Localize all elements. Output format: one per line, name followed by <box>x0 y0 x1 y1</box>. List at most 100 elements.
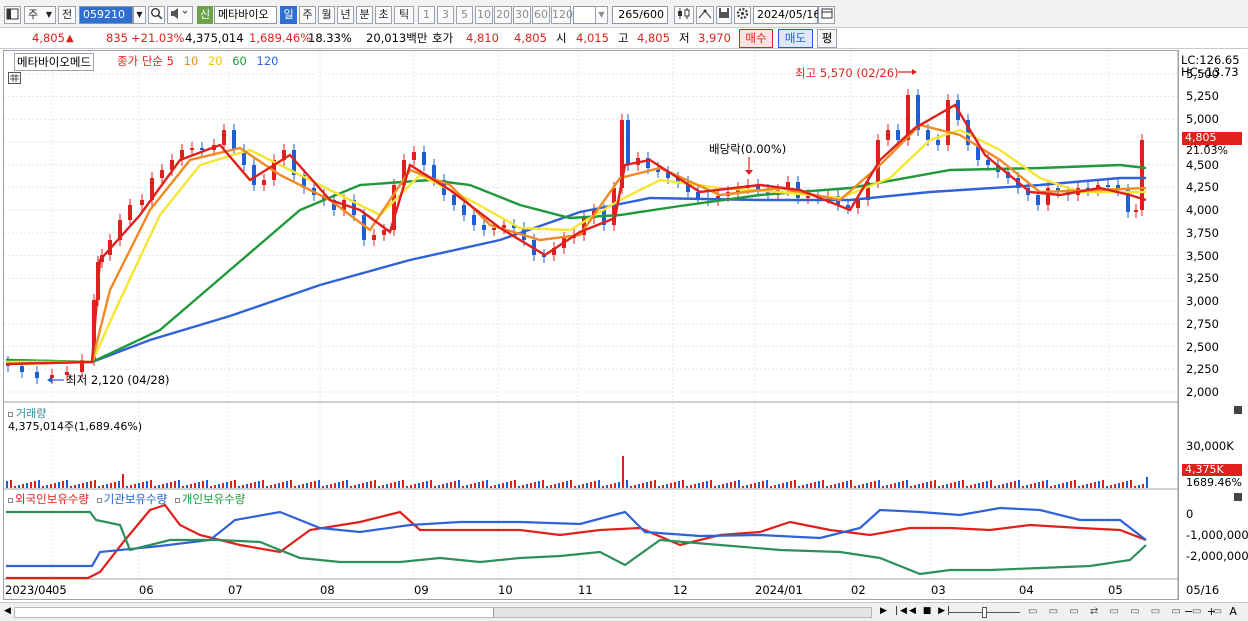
volume-bar <box>814 482 816 488</box>
volume-bar <box>826 486 828 488</box>
volume-bar <box>146 481 148 488</box>
volume-bar <box>82 483 84 488</box>
volume-bar <box>478 482 480 488</box>
volume-bar <box>598 480 600 488</box>
scroll-right-icon[interactable]: ▶ <box>880 606 887 616</box>
volume-bar <box>1006 483 1008 488</box>
volume-bar <box>754 483 756 488</box>
candle-body <box>492 228 496 230</box>
volume-bar <box>582 484 584 488</box>
candle-body <box>190 148 194 150</box>
stock-chart[interactable] <box>0 0 1248 621</box>
legend-marker <box>96 498 102 503</box>
volume-bar <box>198 482 200 488</box>
volume-bar <box>654 480 656 488</box>
playback-controls[interactable]: |◀◀ ■ ▶| <box>895 606 952 616</box>
volume-bar <box>402 480 404 488</box>
volume-bar <box>158 485 160 488</box>
candle-body <box>140 200 144 205</box>
scroll-left-icon[interactable]: ◀ <box>4 606 11 616</box>
individual-holding-label: 개인보유수량 <box>181 492 246 506</box>
ma-title: 종가 단순 <box>117 54 163 68</box>
volume-bar <box>822 480 824 488</box>
low-marker <box>47 377 64 383</box>
volume-bar <box>366 482 368 488</box>
volume-bar <box>670 483 672 488</box>
volume-bar <box>38 480 40 488</box>
volume-bar <box>986 481 988 488</box>
volume-bar <box>210 486 212 488</box>
volume-bar <box>522 485 524 488</box>
volume-bar <box>422 482 424 488</box>
volume-bar <box>502 483 504 488</box>
volume-bar <box>6 481 8 488</box>
volume-bar <box>602 486 604 488</box>
volume-bar <box>330 484 332 488</box>
volume-bar <box>454 481 456 488</box>
volume-bar <box>994 486 996 488</box>
volume-bar <box>370 481 372 488</box>
volume-bar <box>646 482 648 488</box>
volume-bar <box>830 485 832 488</box>
volume-bar <box>150 480 152 488</box>
volume-bar <box>722 484 724 488</box>
volume-bar <box>126 486 128 488</box>
ma20-label: 20 <box>207 54 223 68</box>
stock-name-legend[interactable]: 메타바이오메드 <box>14 53 95 71</box>
volume-bar <box>682 480 684 488</box>
scroll-thumb[interactable] <box>493 608 871 617</box>
price-tick: 4,000 <box>1186 203 1219 218</box>
volume-bar <box>978 483 980 488</box>
candle-body <box>1134 210 1138 212</box>
ma-legend[interactable]: 종가 단순 5 10 20 60 120 <box>117 53 278 69</box>
volume-bar <box>1062 483 1064 488</box>
volume-bar <box>738 480 740 488</box>
volume-bar <box>894 483 896 488</box>
zoom-slider-thumb[interactable] <box>982 607 987 618</box>
volume-bar <box>1114 484 1116 488</box>
candle-body <box>252 165 256 185</box>
chart-scrollbar[interactable]: ◀ ▶ |◀◀ ■ ▶| ▭ ▭ ▭ ⇄ ▭ ▭ ▭ ▭ ▭ ▭ − + A <box>0 602 1248 621</box>
candle-body <box>232 130 236 150</box>
volume-bar <box>1074 480 1076 488</box>
volume-bar <box>242 485 244 488</box>
volume-bar <box>222 483 224 488</box>
volume-bar <box>762 481 764 488</box>
volume-bar <box>290 480 292 488</box>
volume-bar <box>334 483 336 488</box>
close-panel-icon[interactable] <box>1234 406 1242 414</box>
volume-bar <box>1022 486 1024 488</box>
volume-bar <box>306 483 308 488</box>
volume-bar <box>790 481 792 488</box>
volume-bar <box>54 483 56 488</box>
volume-bar <box>498 484 500 488</box>
candle-body <box>160 170 164 178</box>
volume-bar <box>446 483 448 488</box>
volume-bar <box>910 486 912 488</box>
volume-bar <box>922 483 924 488</box>
volume-bar <box>606 485 608 488</box>
volume-bar <box>782 483 784 488</box>
close-panel-icon[interactable] <box>1234 493 1242 501</box>
volume-bar <box>1134 486 1136 488</box>
volume-bar <box>254 482 256 488</box>
scroll-track[interactable] <box>14 607 872 618</box>
volume-bar <box>1066 482 1068 488</box>
volume-bar <box>810 483 812 488</box>
volume-bar <box>554 484 556 488</box>
volume-bar <box>558 483 560 488</box>
volume-bar <box>726 483 728 488</box>
table-toggle-icon[interactable] <box>8 72 21 84</box>
volume-bar <box>834 484 836 488</box>
candle-body <box>1106 185 1110 187</box>
volume-bar <box>178 480 180 488</box>
volume-bar <box>246 484 248 488</box>
volume-bar <box>650 481 652 488</box>
candle-body <box>926 130 930 140</box>
volume-bar <box>1146 477 1148 488</box>
volume-bar <box>686 486 688 488</box>
current-volume-box: 4,375K <box>1182 464 1242 476</box>
volume-bar <box>410 485 412 488</box>
zoom-buttons[interactable]: − + A <box>1184 605 1242 618</box>
price-tick: 3,000 <box>1186 294 1219 309</box>
